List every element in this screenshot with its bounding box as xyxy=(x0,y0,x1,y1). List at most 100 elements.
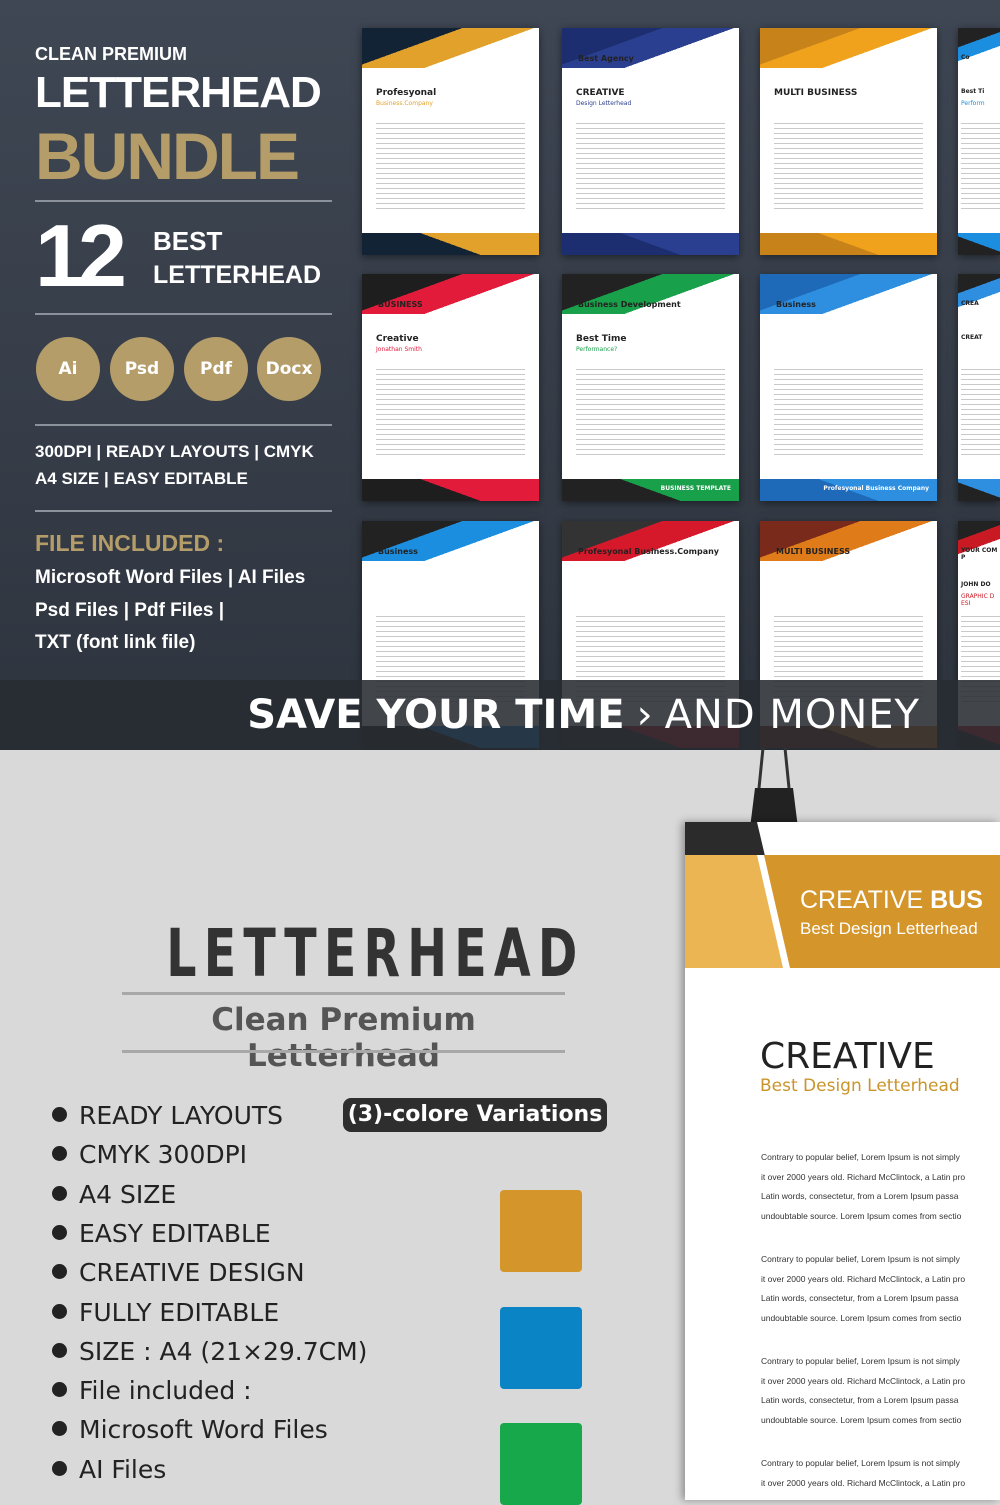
thumb-footer-text: BUSINESS TEMPLATE xyxy=(660,485,731,492)
divider xyxy=(35,313,332,315)
thumb-subtitle: Jonathan Smith xyxy=(376,346,422,353)
sample-subtitle: Best Design Letterhead xyxy=(760,1076,960,1096)
format-ai: Ai xyxy=(36,337,100,401)
thumb-subtitle: Business.Company xyxy=(376,100,433,107)
bullet-text: FULLY EDITABLE xyxy=(79,1297,280,1327)
thumb-footer xyxy=(562,233,739,255)
thumb-body-text xyxy=(774,123,923,213)
thumb-subtitle: Design Letterhead xyxy=(576,100,632,107)
thumb-title: JOHN DO xyxy=(961,581,991,588)
thumb-header xyxy=(958,274,1000,314)
divider xyxy=(122,992,565,995)
thumb-title: CREAT xyxy=(961,334,983,341)
paragraph-line: Contrary to popular belief, Lorem Ipsum … xyxy=(761,1356,960,1366)
files-heading: FILE INCLUDED : xyxy=(35,530,225,556)
variations-badge: (3)-colore Variations xyxy=(343,1098,607,1132)
files-line: TXT (font link file) xyxy=(35,632,196,653)
thumb-footer xyxy=(362,233,539,255)
thumb-footer xyxy=(958,233,1000,255)
paragraph-line: Contrary to popular belief, Lorem Ipsum … xyxy=(761,1152,960,1162)
thumb-subtitle: Perform xyxy=(961,100,985,107)
letterhead-thumbnail: BUSINESS Creative Jonathan Smith xyxy=(362,274,539,501)
bullet-text: File included : xyxy=(79,1376,252,1406)
thumb-brand: Profesyonal Business.Company xyxy=(578,547,720,556)
thumb-brand: Business Development xyxy=(578,300,681,309)
bullet-dot-icon xyxy=(52,1185,67,1201)
feature-bullet: File included : xyxy=(52,1376,252,1405)
bullet-text: READY LAYOUTS xyxy=(79,1101,284,1130)
thumb-footer-text: Profesyonal Business Company xyxy=(823,485,929,492)
bullet-text: Microsoft Word Files xyxy=(79,1415,328,1445)
color-swatch-green xyxy=(500,1423,582,1505)
divider xyxy=(35,510,332,512)
thumb-title: Creative xyxy=(376,334,419,344)
feature-bullet: Microsoft Word Files xyxy=(52,1415,328,1444)
thumb-body-text xyxy=(576,369,725,459)
bullet-text: CREATIVE DESIGN xyxy=(79,1258,305,1288)
bullet-dot-icon xyxy=(52,1107,67,1122)
bullet-text: EASY EDITABLE xyxy=(79,1218,271,1248)
thumb-title: Best Time xyxy=(576,334,627,344)
bullet-text: SIZE : A4 (21×29.7CM) xyxy=(79,1336,368,1366)
thumb-brand: YOUR COMP xyxy=(961,547,998,561)
paragraph-line: undoubtable source. Lorem Ipsum comes fr… xyxy=(761,1414,962,1425)
thumb-header xyxy=(958,28,1000,68)
paragraph-line: undoubtable source. Lorem Ipsum comes fr… xyxy=(761,1210,962,1221)
letterhead-thumbnail: MULTI BUSINESS xyxy=(760,28,937,255)
feature-bullet: CREATIVE DESIGN xyxy=(52,1258,305,1287)
color-swatch-blue xyxy=(500,1307,582,1389)
thumb-body-text xyxy=(576,123,725,213)
banner-light: AND MONEY xyxy=(664,692,920,738)
divider xyxy=(35,424,332,426)
sample-title: CREATIVE xyxy=(760,1036,935,1077)
bullet-dot-icon xyxy=(52,1264,67,1280)
thumb-brand: Business xyxy=(776,300,816,309)
paragraph-line: it over 2000 years old. Richard McClinto… xyxy=(761,1273,966,1284)
paragraph-line: it over 2000 years old. Richard McClinto… xyxy=(761,1171,966,1182)
thumb-footer xyxy=(958,479,1000,501)
thumb-body-text xyxy=(961,123,1000,213)
banner-bold: SAVE YOUR TIME xyxy=(247,692,625,738)
color-swatch-gold xyxy=(500,1190,582,1272)
letterhead-thumbnail: Business Profesyonal Business Company xyxy=(760,274,937,501)
features-line2: A4 SIZE | EASY EDITABLE xyxy=(35,469,248,488)
thumb-header xyxy=(760,28,937,68)
thumb-footer: Profesyonal Business Company xyxy=(760,479,937,501)
paper-tab xyxy=(685,822,765,856)
letterhead-thumbnail: Best Agency CREATIVE Design Letterhead xyxy=(562,28,739,255)
promo-title: LETTERHEAD xyxy=(166,915,585,992)
bullet-dot-icon xyxy=(52,1146,67,1162)
count-line2: LETTERHEAD xyxy=(153,261,322,289)
thumb-subtitle: GRAPHIC DESI xyxy=(961,593,995,607)
feature-bullet: A4 SIZE xyxy=(52,1180,176,1209)
hero-title: LETTERHEAD xyxy=(35,68,322,117)
paragraph-line: Contrary to popular belief, Lorem Ipsum … xyxy=(761,1254,960,1264)
paragraph-line: Latin words, consectetur, from a Lorem I… xyxy=(761,1191,959,1202)
thumb-brand: Best Agency xyxy=(578,54,634,63)
files-line: Psd Files | Pdf Files | xyxy=(35,600,225,621)
thumb-subtitle: Performance? xyxy=(576,346,618,353)
letterhead-thumbnail: Profesyonal Business.Company xyxy=(362,28,539,255)
format-psd: Psd xyxy=(110,337,174,401)
feature-bullet: FULLY EDITABLE xyxy=(52,1298,279,1327)
thumb-title: MULTI BUSINESS xyxy=(774,88,858,98)
thumb-brand: MULTI BUSINESS xyxy=(776,547,851,556)
bullet-dot-icon xyxy=(52,1224,67,1240)
bullet-text: AI Files xyxy=(79,1454,167,1484)
thumb-footer: BUSINESS TEMPLATE xyxy=(562,479,739,501)
thumb-body-text xyxy=(376,369,525,459)
divider xyxy=(122,1050,565,1053)
feature-bullet: EASY EDITABLE xyxy=(52,1219,271,1248)
feature-bullet: READY LAYOUTS xyxy=(52,1101,283,1130)
letterhead-thumbnail: Co Best Ti Perform xyxy=(958,28,1000,255)
thumb-body-text xyxy=(774,369,923,459)
feature-bullet: SIZE : A4 (21×29.7CM) xyxy=(52,1337,367,1366)
bullet-dot-icon xyxy=(52,1342,67,1358)
letterhead-thumbnail: CREA CREAT xyxy=(958,274,1000,501)
count-line1: BEST xyxy=(153,226,223,256)
save-time-banner: SAVE YOUR TIME › AND MONEY xyxy=(0,680,1000,750)
paragraph-line: undoubtable source. Lorem Ipsum comes fr… xyxy=(761,1312,962,1323)
thumb-footer xyxy=(760,233,937,255)
divider xyxy=(35,200,332,202)
paragraph-line: Latin words, consectetur, from a Lorem I… xyxy=(761,1293,959,1304)
